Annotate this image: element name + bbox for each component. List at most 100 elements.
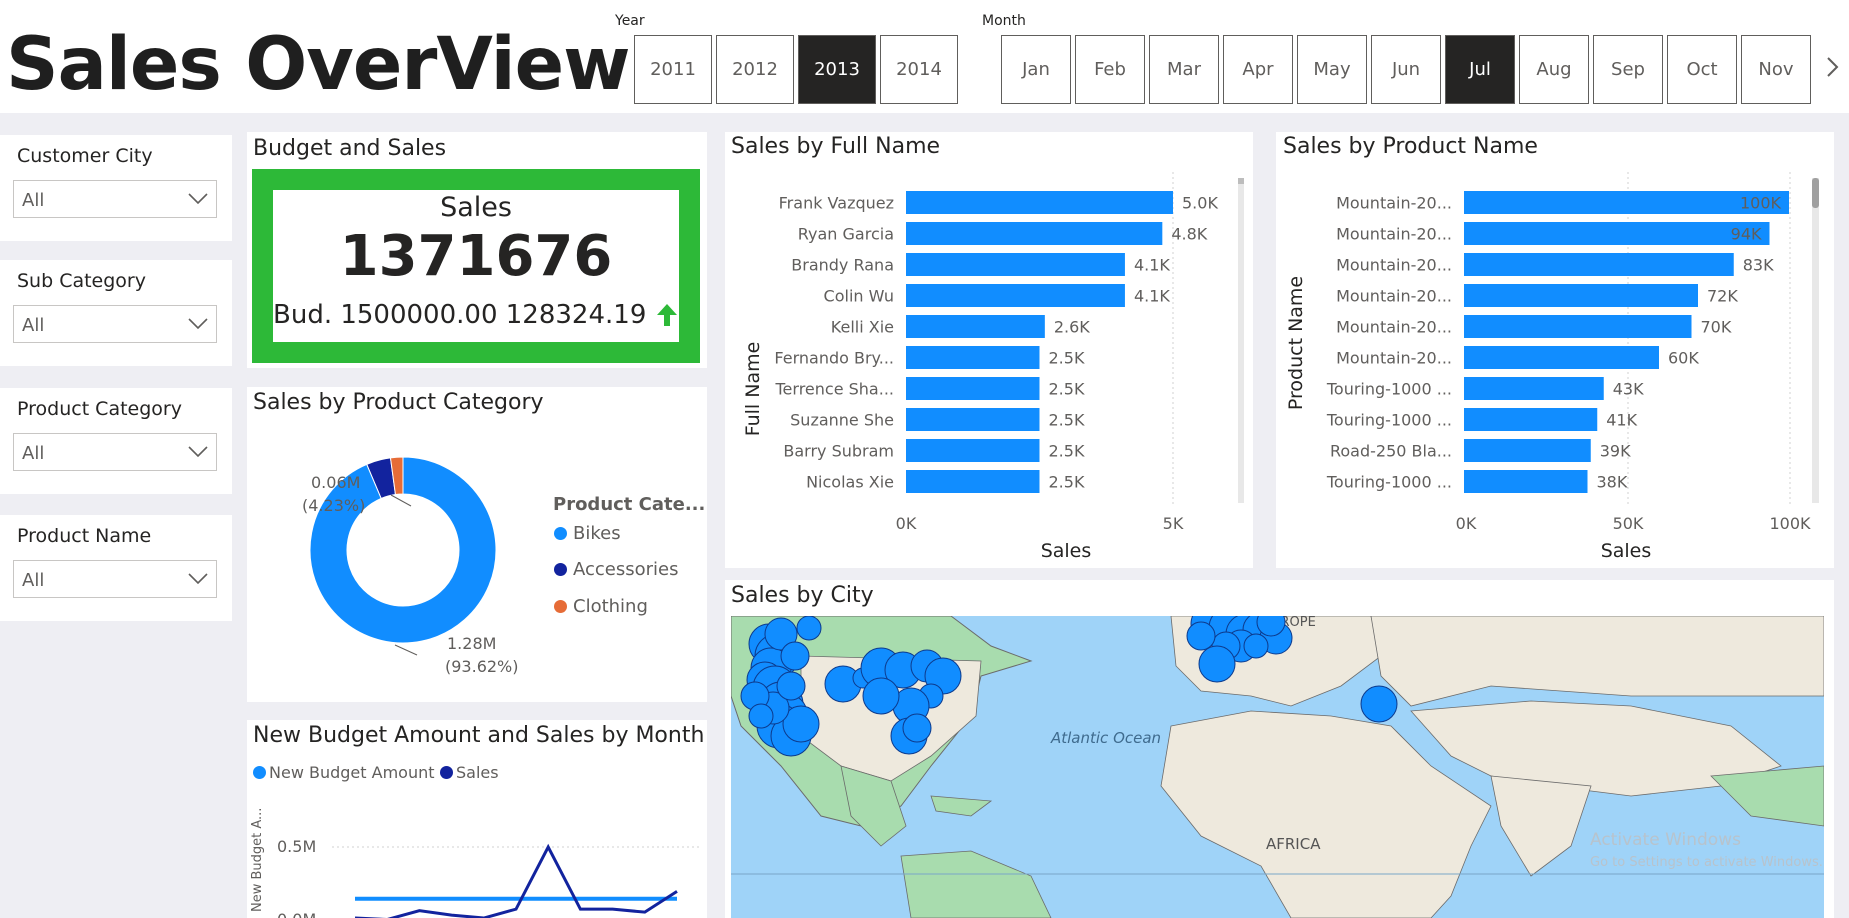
data-label: 60K [1668,349,1699,368]
category-label: Brandy Rana [791,256,894,275]
filter-value: All [22,190,45,211]
chevron-right-icon[interactable] [1820,55,1844,79]
product-y-title: Product Name [1285,276,1307,410]
bar[interactable] [906,253,1125,276]
product-scroll-thumb[interactable] [1812,178,1819,208]
filter-card-sub-category: Sub Category All [0,260,232,366]
sales-by-product-card: Sales by Product Name Product Name Sales… [1276,132,1834,568]
month-tile-mar[interactable]: Mar [1149,35,1219,104]
filter-dropdown[interactable]: All [13,560,217,598]
year-tile-2013[interactable]: 2013 [798,35,876,104]
fullname-scrollbar[interactable] [1238,178,1244,503]
data-label: 2.5K [1049,349,1085,368]
bar[interactable] [906,439,1040,462]
legend-new-budget[interactable]: New Budget Amount [253,763,435,782]
month-tile-nov[interactable]: Nov [1741,35,1811,104]
data-label: 100K [1740,194,1782,213]
series-line[interactable] [355,843,678,918]
city-bubble[interactable] [1198,645,1236,683]
combo-y-tick-0: 0.5M [277,837,316,856]
bar[interactable] [906,284,1125,307]
month-tile-sep[interactable]: Sep [1593,35,1663,104]
category-label: Mountain-20... [1336,349,1452,368]
sales-by-fullname-card: Sales by Full Name Full Name Sales 0K 5K… [725,132,1253,568]
legend-clothing[interactable]: Clothing [554,596,648,617]
city-bubble[interactable] [862,677,900,715]
legend-bikes[interactable]: Bikes [554,523,621,544]
budget-sales-card: Budget and Sales Sales 1371676 Bud. 1500… [247,132,707,368]
year-tile-2014[interactable]: 2014 [880,35,958,104]
year-tile-2012[interactable]: 2012 [716,35,794,104]
fullname-x-title: Sales [1041,540,1092,562]
year-tile-2011[interactable]: 2011 [634,35,712,104]
fullname-y-title: Full Name [742,342,764,437]
city-bubble[interactable] [902,713,932,743]
month-tile-aug[interactable]: Aug [1519,35,1589,104]
category-label: Ryan Garcia [798,225,894,244]
donut-big-label-1: 1.28M [447,634,496,653]
month-tile-may[interactable]: May [1297,35,1367,104]
city-bubble[interactable] [776,671,806,701]
product-scrollbar[interactable] [1812,178,1819,503]
month-tile-apr[interactable]: Apr [1223,35,1293,104]
month-tile-jul[interactable]: Jul [1445,35,1515,104]
filter-card-customer-city: Customer City All [0,135,232,241]
donut-small-label-2: (4.23%) [302,496,365,515]
bar[interactable] [906,408,1040,431]
filter-dropdown[interactable]: All [13,433,217,471]
filter-label: Sub Category [17,270,146,292]
bar[interactable] [1464,284,1698,307]
bar[interactable] [1464,222,1770,245]
chevron-down-icon [188,193,208,205]
kpi-value: 1371676 [339,224,613,289]
fullname-bar-chart: Full Name Sales 0K 5K Frank Vazquez 5.0K R… [742,172,1244,562]
legend-accessories[interactable]: Accessories [554,559,679,580]
category-label: Suzanne She [790,411,894,430]
legend-sales[interactable]: Sales [440,763,499,782]
legend-dot-icon [554,563,567,576]
bar[interactable] [1464,470,1588,493]
category-label: Mountain-20... [1336,318,1452,337]
month-tile-jun[interactable]: Jun [1371,35,1441,104]
month-slicer-label: Month [982,13,1026,29]
budget-sales-month-card: New Budget Amount and Sales by Month New… [247,720,707,918]
city-bubble[interactable] [748,703,774,729]
city-bubble[interactable] [1243,633,1269,659]
data-label: 70K [1701,318,1732,337]
bar[interactable] [906,191,1173,214]
page-title: Sales OverView [6,22,631,107]
month-tile-feb[interactable]: Feb [1075,35,1145,104]
bar[interactable] [1464,315,1692,338]
city-bubble[interactable] [1360,685,1398,723]
filter-dropdown[interactable]: All [13,305,217,343]
bar[interactable] [906,315,1045,338]
year-slicer-label: Year [615,13,645,29]
data-label: 5.0K [1182,194,1218,213]
bar[interactable] [1464,346,1659,369]
bar[interactable] [1464,253,1734,276]
bar[interactable] [906,470,1040,493]
city-bubble[interactable] [780,641,810,671]
data-label: 94K [1731,225,1762,244]
arrow-up-icon [657,304,678,326]
category-label: Mountain-20... [1336,287,1452,306]
city-bubble[interactable] [1186,621,1216,651]
data-label: 43K [1613,380,1644,399]
bar[interactable] [1464,377,1604,400]
legend-dot-icon [253,766,266,779]
fullname-scroll-thumb[interactable] [1238,178,1244,184]
bar[interactable] [1464,408,1598,431]
bar[interactable] [906,222,1163,245]
city-map[interactable]: Atlantic Ocean AFRICA UROPE Activate Win… [731,616,1824,918]
bar[interactable] [1464,439,1591,462]
legend-dot-icon [554,600,567,613]
category-label: Touring-1000 ... [1326,473,1452,492]
bar[interactable] [906,377,1040,400]
filter-dropdown[interactable]: All [13,180,217,218]
category-label: Mountain-20... [1336,194,1452,213]
month-tile-oct[interactable]: Oct [1667,35,1737,104]
city-bubble[interactable] [796,616,822,641]
map-title: Sales by City [731,583,874,608]
bar[interactable] [906,346,1040,369]
month-tile-jan[interactable]: Jan [1001,35,1071,104]
